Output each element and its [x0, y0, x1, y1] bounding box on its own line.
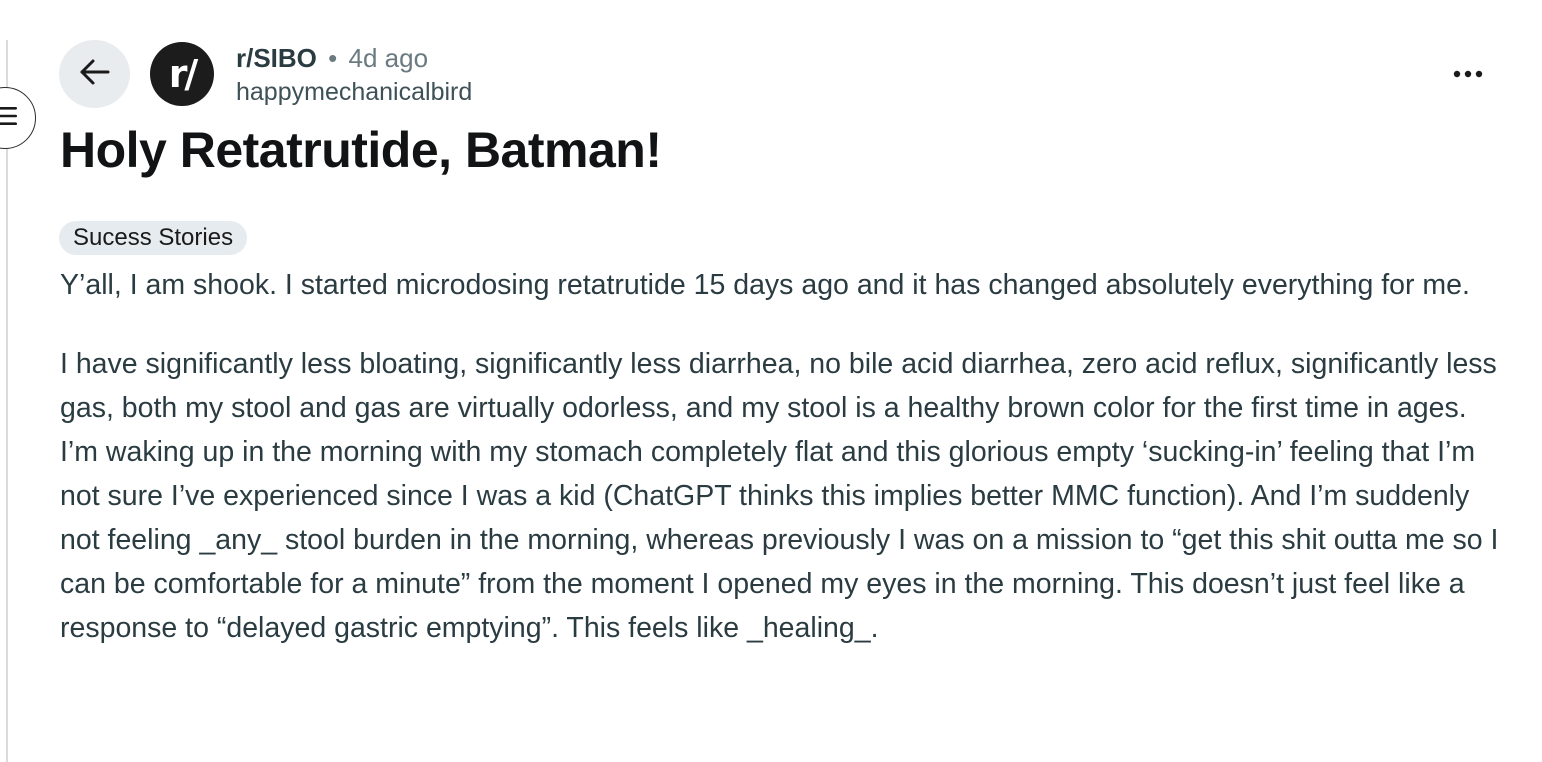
- post-title: Holy Retatrutide, Batman!: [60, 122, 662, 178]
- author-link[interactable]: happymechanicalbird: [236, 76, 472, 108]
- more-options-button[interactable]: [1446, 56, 1490, 92]
- post-page: r/ r/SIBO • 4d ago happymechanicalbird H…: [0, 0, 1542, 762]
- back-button[interactable]: [59, 40, 130, 108]
- arrow-left-icon: [79, 58, 111, 91]
- post-flair[interactable]: Sucess Stories: [59, 221, 248, 255]
- post-age: 4d ago: [348, 43, 429, 73]
- meta-separator: •: [328, 43, 338, 73]
- post-meta: r/SIBO • 4d ago: [236, 42, 428, 74]
- post-paragraph: I have significantly less bloating, sign…: [60, 348, 1499, 644]
- post-body: Y’all, I am shook. I started microdosing…: [60, 263, 1500, 650]
- subreddit-avatar[interactable]: r/: [150, 42, 214, 106]
- more-horizontal-icon: [1453, 65, 1483, 83]
- subreddit-avatar-glyph: r/: [168, 52, 199, 96]
- subreddit-link[interactable]: r/SIBO: [236, 43, 317, 73]
- post-paragraph: Y’all, I am shook. I started microdosing…: [60, 269, 1470, 301]
- hamburger-menu-icon: [0, 106, 17, 131]
- menu-toggle-button[interactable]: [0, 87, 36, 149]
